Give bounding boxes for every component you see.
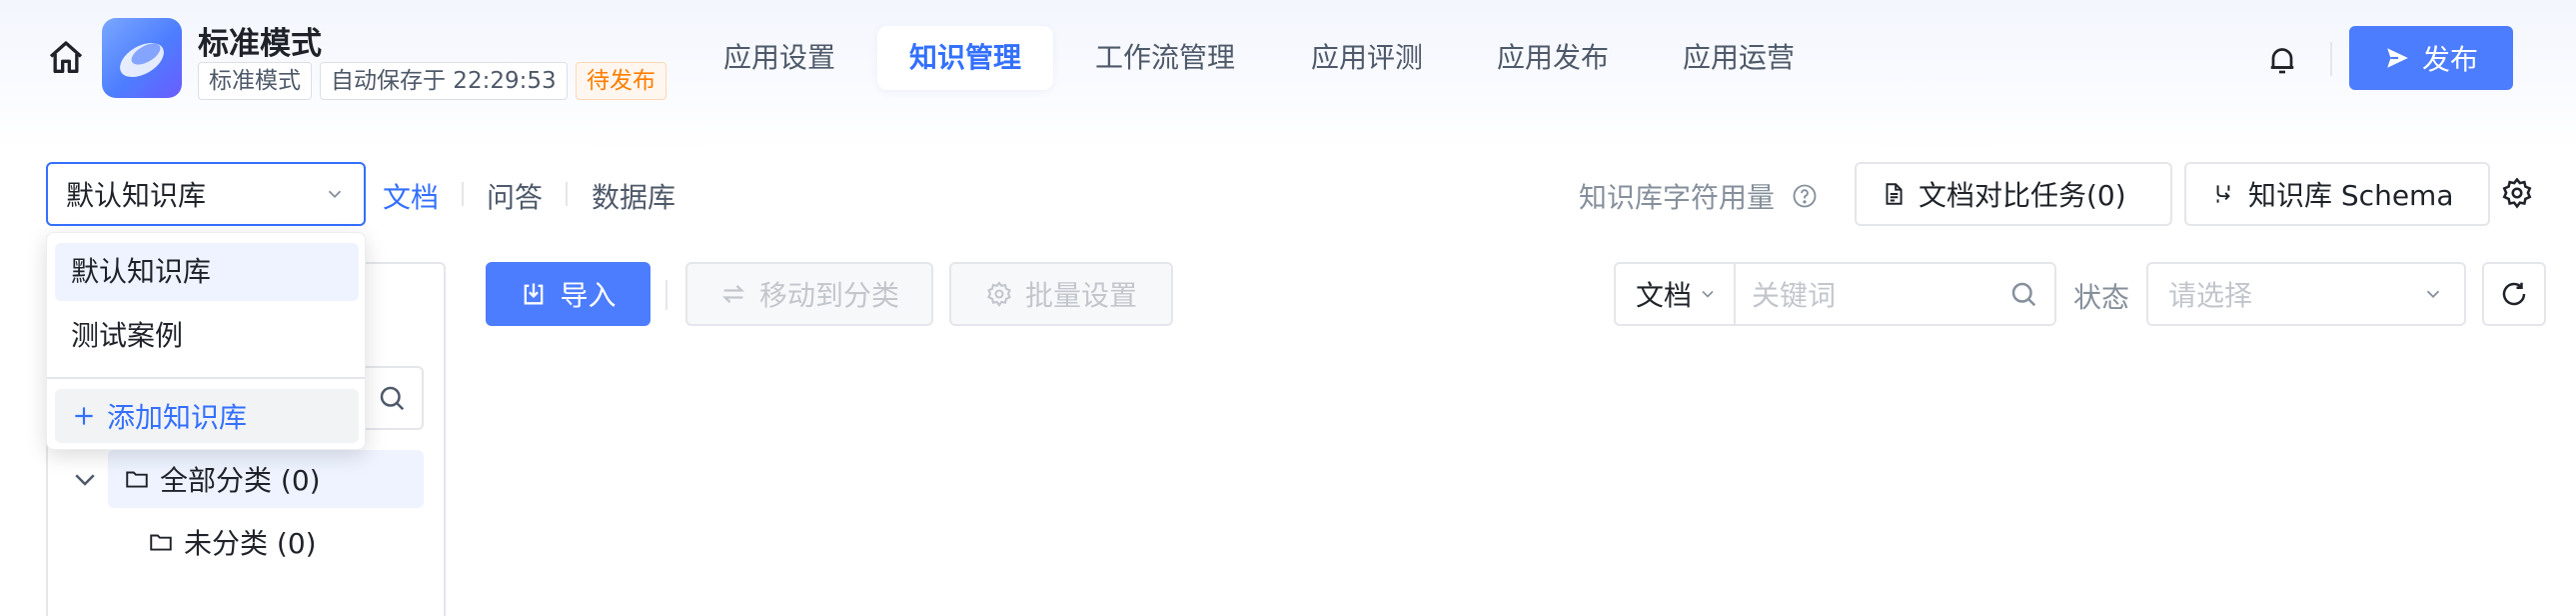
folder-icon bbox=[126, 471, 148, 488]
refresh-icon bbox=[2502, 282, 2526, 306]
mode-tag: 标准模式 bbox=[198, 62, 312, 100]
knowledge-base-select[interactable]: 默认知识库 bbox=[46, 162, 366, 226]
compare-task-label: 文档对比任务(0) bbox=[1919, 179, 2126, 212]
publish-label: 发布 bbox=[2421, 43, 2478, 76]
tab-app-settings[interactable]: 应用设置 bbox=[691, 26, 867, 90]
filter-type-label: 文档 bbox=[1636, 279, 1693, 312]
knowledge-base-dropdown: 默认知识库 测试案例 添加知识库 bbox=[46, 232, 366, 450]
chevron-down-icon bbox=[2426, 290, 2440, 299]
tree-item-all[interactable]: 全部分类 (0) bbox=[108, 450, 424, 508]
char-usage: 知识库字符用量 bbox=[1579, 176, 1819, 216]
add-kb-label: 添加知识库 bbox=[107, 401, 248, 434]
document-icon bbox=[1886, 183, 1903, 205]
keyword-placeholder: 关键词 bbox=[1752, 279, 1837, 312]
import-label: 导入 bbox=[560, 279, 617, 312]
tab-app-operations[interactable]: 应用运营 bbox=[1651, 26, 1827, 90]
toolbar-divider bbox=[665, 280, 667, 310]
move-label: 移动到分类 bbox=[758, 279, 899, 312]
subtab-documents[interactable]: 文档 bbox=[383, 176, 439, 216]
home-icon[interactable] bbox=[46, 38, 86, 78]
chevron-down-icon[interactable] bbox=[70, 464, 100, 494]
gear-icon[interactable] bbox=[2500, 176, 2534, 210]
add-knowledge-base-button[interactable]: 添加知识库 bbox=[55, 389, 359, 443]
filter-type-select[interactable]: 文档 bbox=[1614, 262, 1736, 326]
batch-label: 批量设置 bbox=[1024, 279, 1137, 312]
dropdown-item-test-cases[interactable]: 测试案例 bbox=[55, 307, 359, 365]
tab-workflow-management[interactable]: 工作流管理 bbox=[1063, 26, 1267, 90]
dropdown-divider bbox=[47, 377, 365, 379]
chevron-down-icon bbox=[328, 190, 342, 199]
status-placeholder: 请选择 bbox=[2168, 279, 2253, 312]
import-icon bbox=[525, 283, 544, 305]
subtab-separator bbox=[566, 182, 568, 206]
chevron-down-icon bbox=[1702, 290, 1714, 298]
char-usage-label: 知识库字符用量 bbox=[1579, 181, 1776, 214]
selected-kb-label: 默认知识库 bbox=[66, 179, 207, 212]
import-button[interactable]: 导入 bbox=[486, 262, 650, 326]
status-filter-label: 状态 bbox=[2073, 281, 2130, 314]
send-icon bbox=[2387, 48, 2408, 68]
tab-knowledge-management[interactable]: 知识管理 bbox=[877, 26, 1054, 90]
bell-icon[interactable] bbox=[2264, 42, 2300, 78]
autosave-tag: 自动保存于 22:29:53 bbox=[320, 62, 568, 100]
subtab-separator bbox=[462, 182, 464, 206]
schema-icon bbox=[2216, 185, 2230, 203]
plus-icon bbox=[75, 407, 93, 425]
schema-button[interactable]: 知识库 Schema bbox=[2184, 162, 2490, 226]
subtab-database[interactable]: 数据库 bbox=[592, 176, 675, 216]
tab-app-evaluation[interactable]: 应用评测 bbox=[1279, 26, 1455, 90]
tree-item-uncategorized-label: 未分类 (0) bbox=[184, 527, 317, 560]
swap-icon bbox=[722, 285, 744, 303]
status-badge: 待发布 bbox=[576, 62, 666, 100]
folder-icon bbox=[150, 534, 172, 551]
help-icon[interactable] bbox=[1791, 182, 1819, 210]
dropdown-item-default-kb[interactable]: 默认知识库 bbox=[55, 243, 359, 301]
subtab-qa[interactable]: 问答 bbox=[487, 176, 543, 216]
header-divider bbox=[2330, 42, 2332, 76]
gear-icon bbox=[987, 281, 1011, 307]
schema-label: 知识库 Schema bbox=[2248, 179, 2454, 212]
app-logo bbox=[102, 18, 182, 98]
batch-settings-button[interactable]: 批量设置 bbox=[949, 262, 1173, 326]
refresh-button[interactable] bbox=[2482, 262, 2546, 326]
status-select[interactable]: 请选择 bbox=[2146, 262, 2466, 326]
tree-item-uncategorized[interactable]: 未分类 (0) bbox=[148, 514, 317, 570]
tree-item-all-label: 全部分类 (0) bbox=[160, 464, 321, 497]
keyword-search-input[interactable]: 关键词 bbox=[1734, 262, 2056, 326]
publish-button[interactable]: 发布 bbox=[2349, 26, 2513, 90]
search-icon bbox=[380, 386, 405, 411]
app-title: 标准模式 bbox=[198, 26, 322, 62]
search-icon[interactable] bbox=[2008, 279, 2038, 309]
tree-search-button[interactable] bbox=[362, 366, 424, 430]
tab-app-publish[interactable]: 应用发布 bbox=[1465, 26, 1641, 90]
compare-task-button[interactable]: 文档对比任务(0) bbox=[1855, 162, 2172, 226]
move-to-category-button[interactable]: 移动到分类 bbox=[685, 262, 933, 326]
